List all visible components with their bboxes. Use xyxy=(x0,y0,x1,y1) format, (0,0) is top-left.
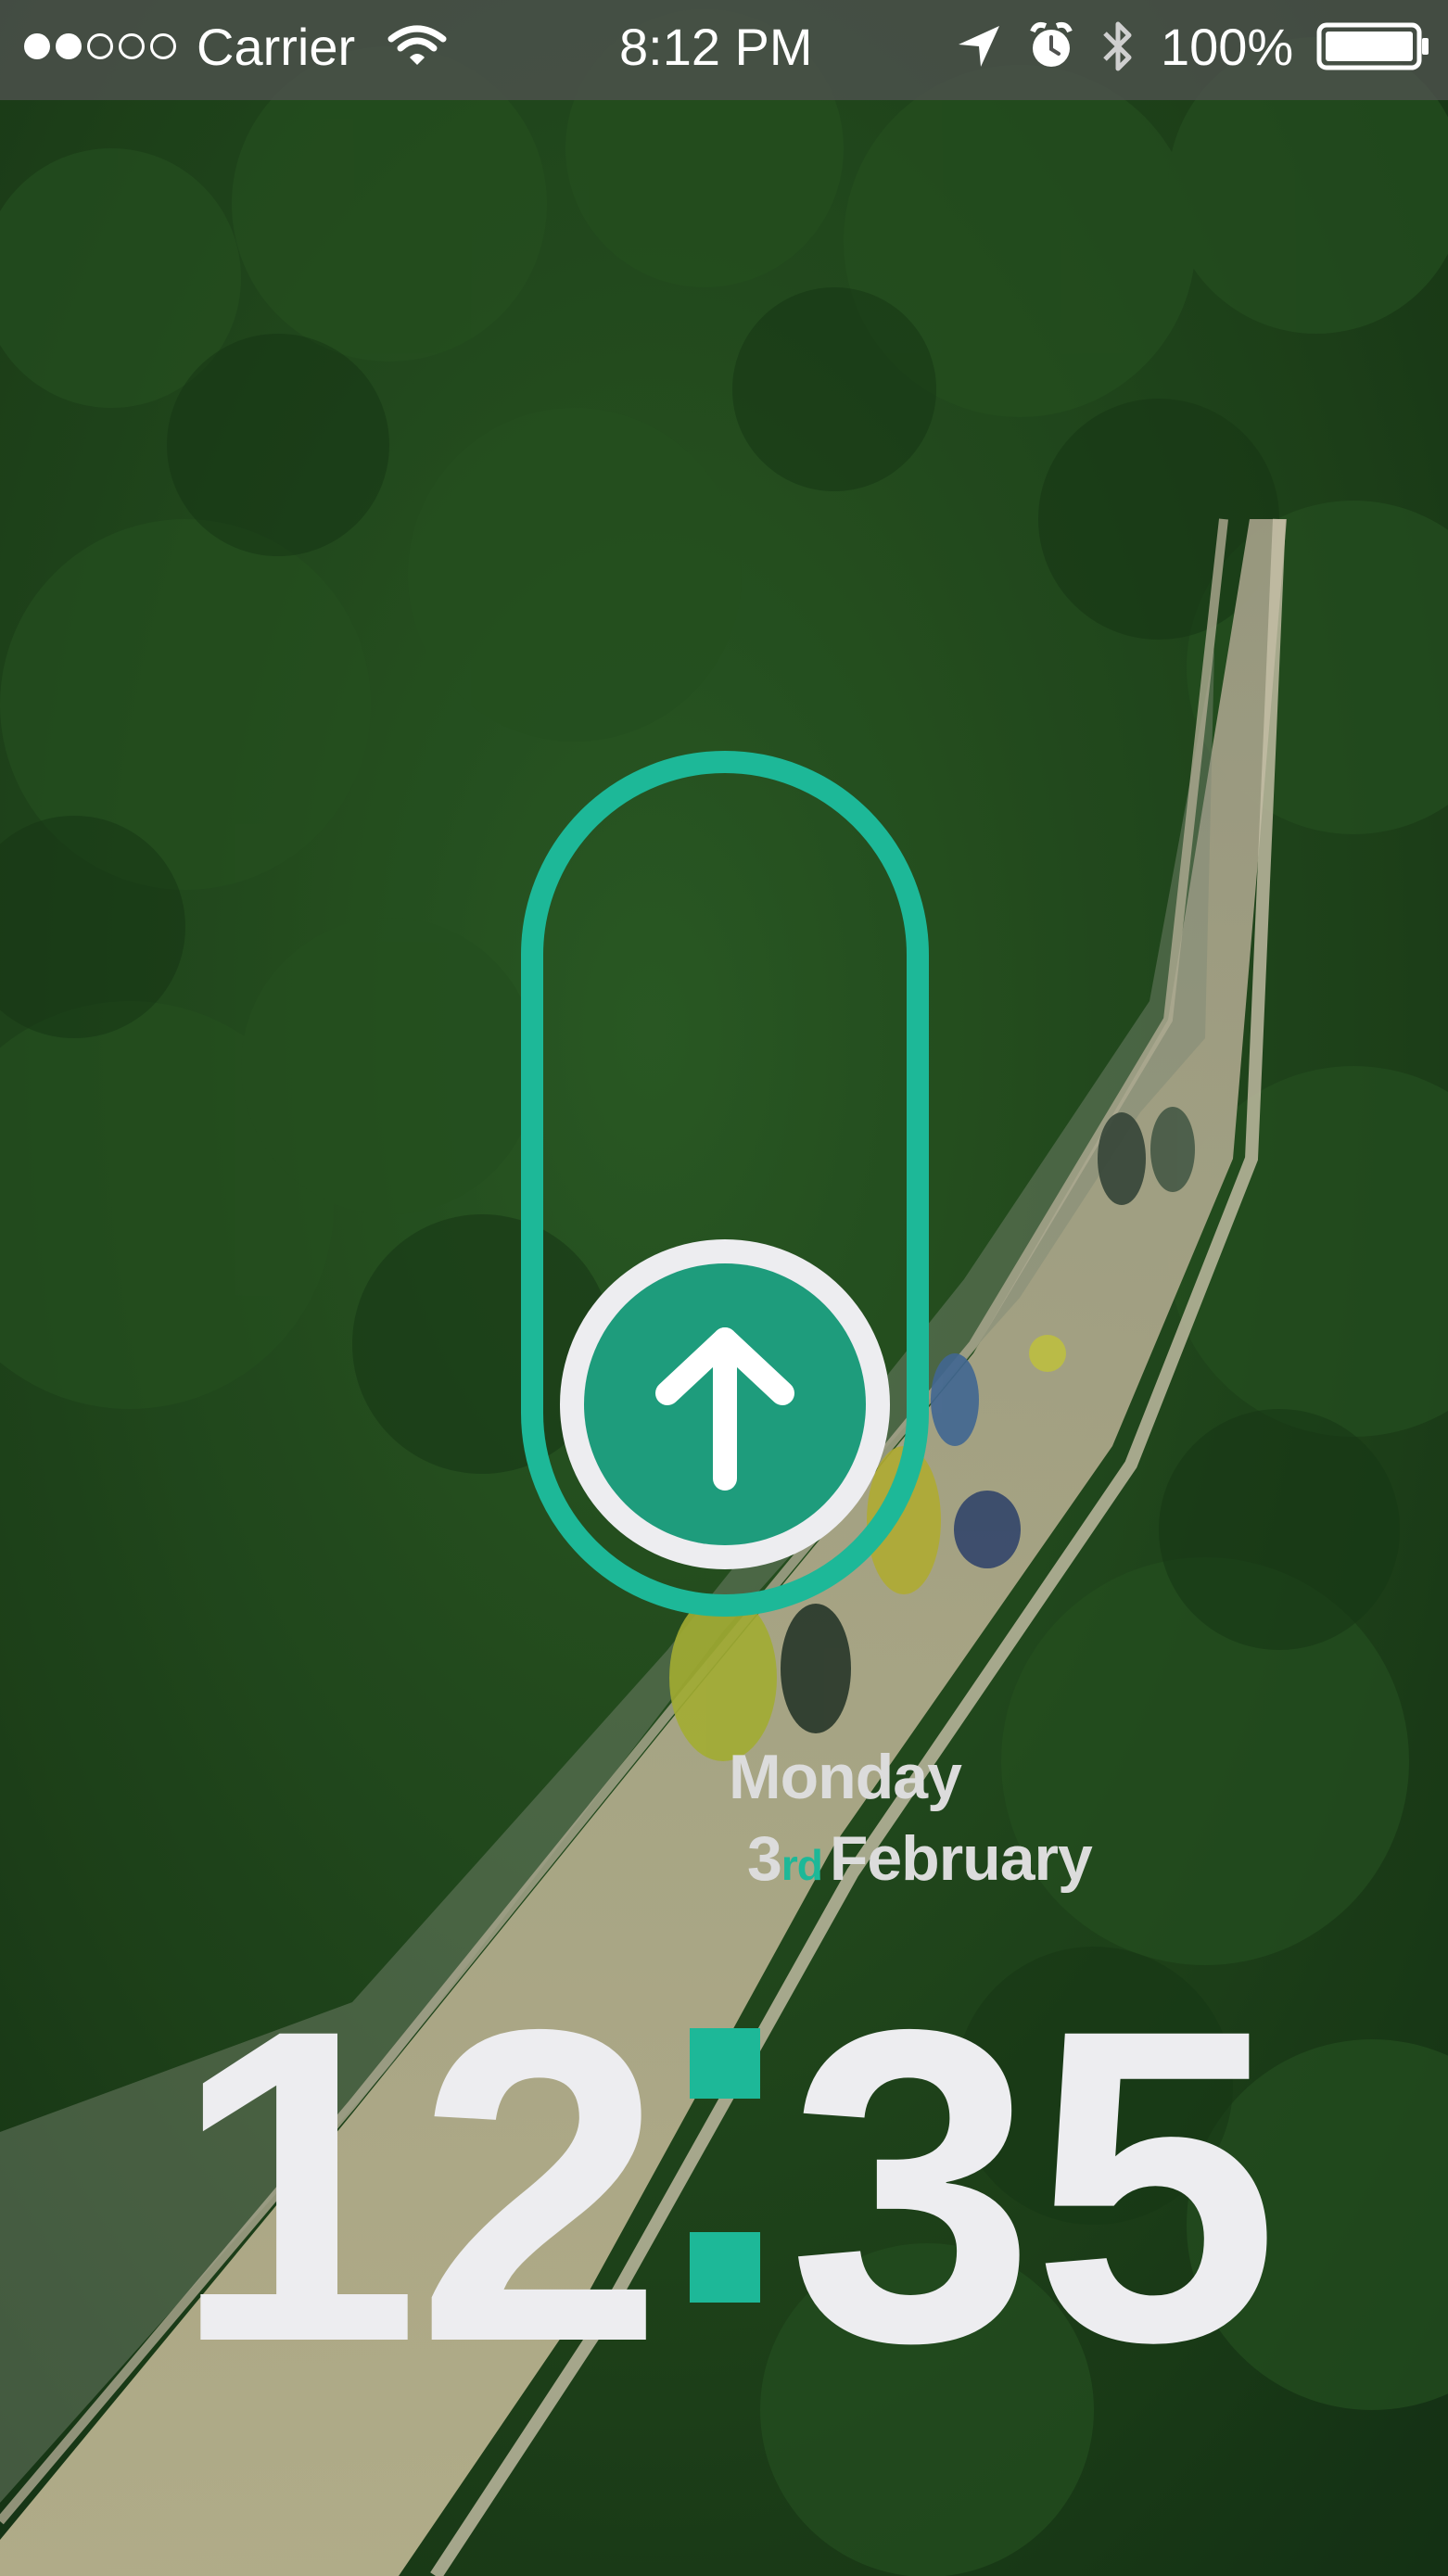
lock-screen: Carrier 8:12 PM 100% Monday 3rd February… xyxy=(0,0,1448,2576)
status-bar: Carrier 8:12 PM 100% xyxy=(0,0,1448,100)
date-day-number: 3 xyxy=(747,1823,782,1894)
date-weekday: Monday xyxy=(729,1742,962,1812)
slider-knob-fill xyxy=(584,1263,866,1545)
alarm-clock-icon xyxy=(1027,0,1075,93)
date-day-suffix: rd xyxy=(781,1841,823,1889)
signal-strength-indicator xyxy=(24,0,176,93)
colon-dot xyxy=(690,2232,760,2303)
lock-screen-clock: 12 35 xyxy=(0,1963,1448,2408)
signal-dot xyxy=(150,33,176,59)
unlock-slider-knob[interactable] xyxy=(560,1239,890,1569)
signal-dot xyxy=(24,33,50,59)
battery-percentage: 100% xyxy=(1161,17,1294,76)
clock-minutes: 35 xyxy=(788,1936,1279,2434)
status-time: 8:12 PM xyxy=(619,17,813,76)
date-month: February xyxy=(829,1823,1093,1894)
colon-dot xyxy=(690,2028,760,2099)
signal-dot xyxy=(56,33,82,59)
date-day-month: 3rd February xyxy=(747,1827,1093,1890)
clock-hours: 12 xyxy=(172,1936,664,2434)
signal-dot xyxy=(119,33,145,59)
bluetooth-icon xyxy=(1099,0,1137,93)
signal-dot xyxy=(87,33,113,59)
location-arrow-icon xyxy=(955,0,1003,93)
battery-icon xyxy=(1316,0,1431,93)
wifi-icon xyxy=(387,0,447,93)
clock-colon xyxy=(682,2010,766,2340)
carrier-name: Carrier xyxy=(197,17,356,76)
arrow-up-icon xyxy=(655,1327,794,1491)
